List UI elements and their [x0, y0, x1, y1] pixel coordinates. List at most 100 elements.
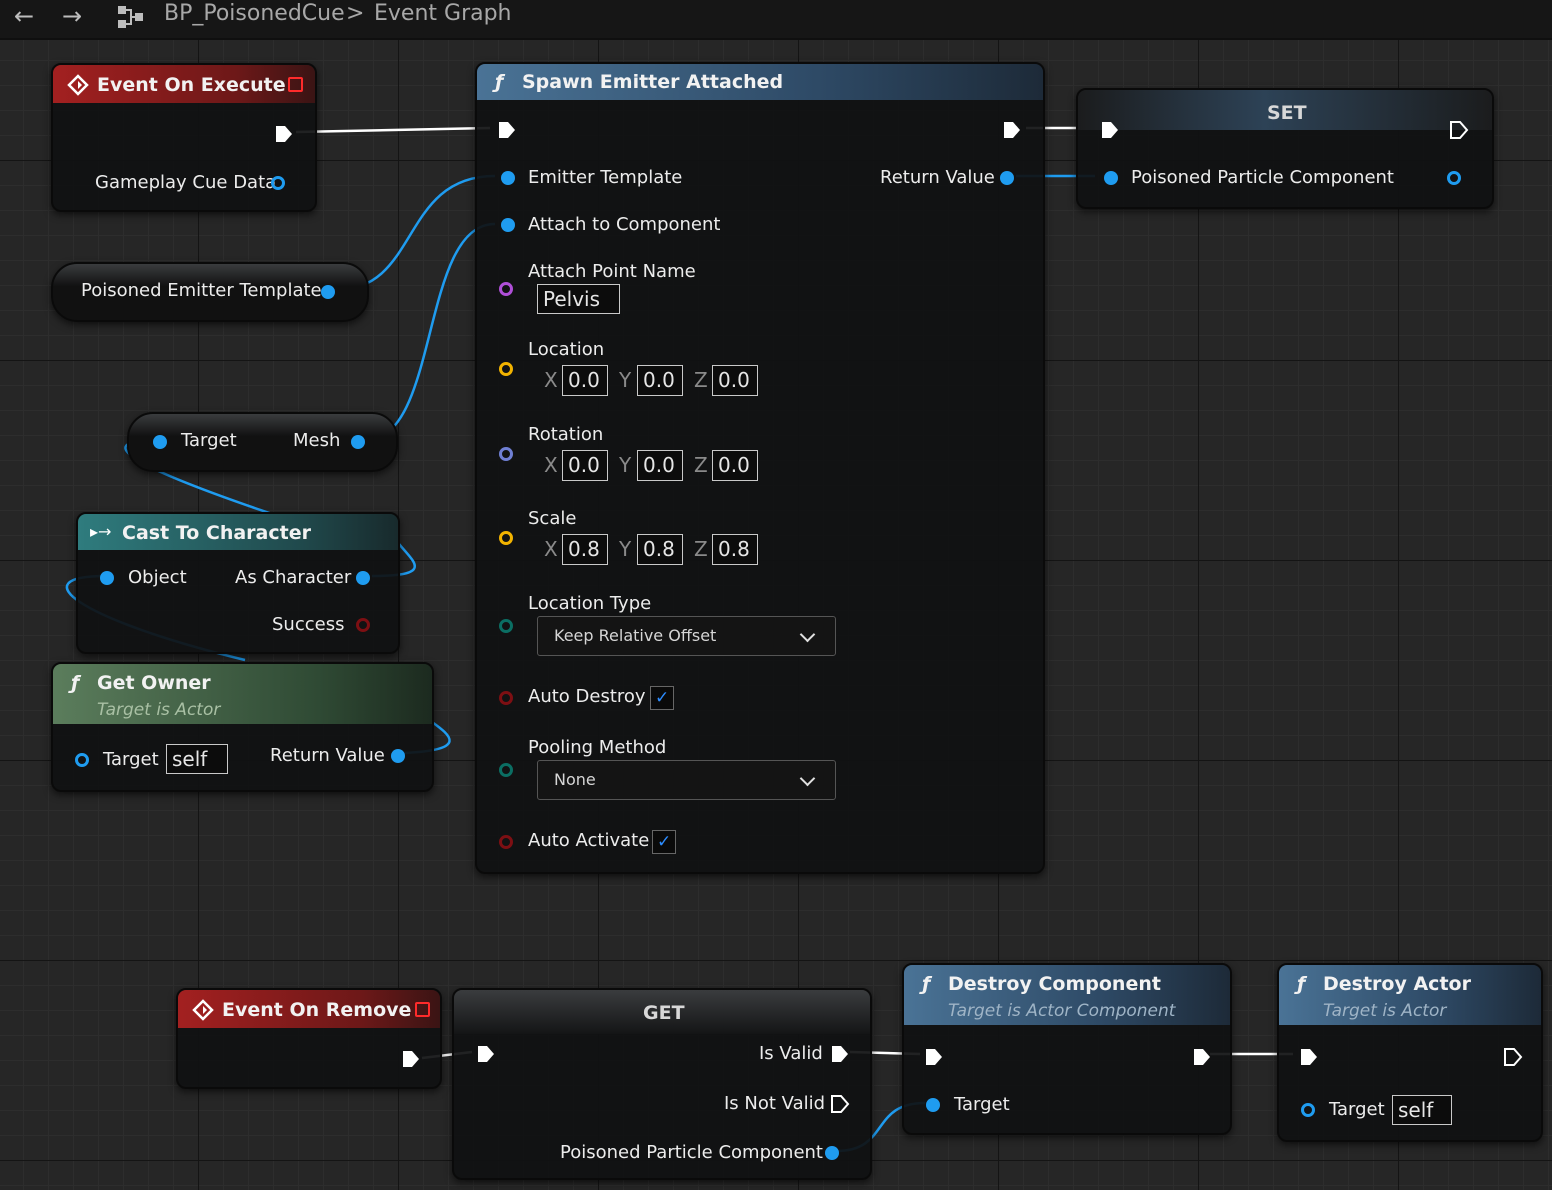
location-y-field[interactable]: 0.0	[637, 365, 683, 396]
mesh-out-pin[interactable]	[351, 435, 365, 449]
function-icon: ƒ	[1297, 973, 1306, 995]
return-value-label: Return Value	[880, 167, 995, 188]
get-particle-component-node[interactable]: GET Is Valid Is Not Valid Poisoned Parti…	[452, 988, 872, 1180]
cast-to-character-node[interactable]: ▸→ Cast To Character Object As Character…	[76, 512, 400, 654]
is-valid-label: Is Valid	[759, 1043, 823, 1064]
location-z-field[interactable]: 0.0	[712, 365, 758, 396]
exec-out-pin[interactable]	[1192, 1047, 1212, 1067]
axis-y-label: Y	[619, 368, 632, 392]
owner-target-pin[interactable]	[75, 753, 89, 767]
is-valid-pin[interactable]	[830, 1044, 850, 1064]
rotation-z-field[interactable]: 0.0	[712, 450, 758, 481]
exec-in-pin[interactable]	[1299, 1047, 1319, 1067]
return-value-pin[interactable]	[1000, 171, 1014, 185]
exec-out-pin[interactable]	[1503, 1047, 1523, 1067]
gameplay-cue-data-pin[interactable]	[271, 176, 285, 190]
is-not-valid-pin[interactable]	[830, 1094, 850, 1114]
rotation-y-field[interactable]: 0.0	[637, 450, 683, 481]
poisoned-emitter-template-variable[interactable]: Poisoned Emitter Template	[51, 262, 369, 322]
function-icon: ƒ	[922, 973, 931, 995]
set-value-pin[interactable]	[1104, 171, 1118, 185]
auto-destroy-checkbox[interactable]: ✓	[650, 686, 674, 710]
target-label: Target	[1329, 1099, 1385, 1120]
location-type-pin[interactable]	[499, 619, 513, 633]
rotation-x-field[interactable]: 0.0	[562, 450, 608, 481]
stop-icon	[288, 77, 303, 92]
pooling-method-label: Pooling Method	[528, 737, 667, 758]
target-label: Target	[954, 1094, 1010, 1115]
axis-z-label: Z	[694, 368, 708, 392]
dropdown-value: None	[554, 770, 596, 789]
get-value-pin[interactable]	[825, 1146, 839, 1160]
destroy-component-target-pin[interactable]	[926, 1098, 940, 1112]
scale-pin[interactable]	[499, 531, 513, 545]
attach-point-label: Attach Point Name	[528, 261, 696, 282]
spawn-emitter-attached-node[interactable]: ƒ Spawn Emitter Attached Emitter Templat…	[475, 62, 1045, 874]
pooling-method-dropdown[interactable]: None	[537, 760, 836, 800]
scale-x-field[interactable]: 0.8	[562, 534, 608, 565]
auto-activate-checkbox[interactable]: ✓	[652, 830, 676, 854]
node-title: Destroy Component	[948, 973, 1161, 995]
scale-y-field[interactable]: 0.8	[637, 534, 683, 565]
node-title: GET	[643, 1002, 685, 1024]
node-title: Event On Remove	[222, 999, 412, 1021]
checkmark-icon: ✓	[655, 688, 670, 708]
location-pin[interactable]	[499, 362, 513, 376]
node-title: Event On Execute	[97, 74, 286, 96]
pin-label: Poisoned Particle Component	[560, 1142, 823, 1163]
target-self-field[interactable]: self	[166, 744, 228, 774]
attach-point-pin[interactable]	[499, 282, 513, 296]
node-subtitle: Target is Actor	[97, 700, 221, 720]
attach-point-field[interactable]: Pelvis	[537, 284, 620, 314]
event-on-remove-node[interactable]: Event On Remove	[176, 988, 442, 1089]
attach-component-label: Attach to Component	[528, 214, 721, 235]
chevron-down-icon	[799, 626, 816, 643]
node-subtitle: Target is Actor	[1323, 1001, 1447, 1021]
exec-out-pin[interactable]	[1002, 120, 1022, 140]
location-type-dropdown[interactable]: Keep Relative Offset	[537, 616, 836, 656]
axis-x-label: X	[544, 537, 558, 561]
location-x-field[interactable]: 0.0	[562, 365, 608, 396]
auto-activate-pin[interactable]	[499, 835, 513, 849]
mesh-target-pin[interactable]	[153, 435, 167, 449]
rotation-pin[interactable]	[499, 447, 513, 461]
as-character-pin[interactable]	[356, 571, 370, 585]
event-diamond-icon	[67, 74, 89, 96]
dropdown-value: Keep Relative Offset	[554, 626, 717, 645]
cast-object-pin[interactable]	[100, 571, 114, 585]
node-title: Cast To Character	[122, 522, 311, 544]
destroy-component-node[interactable]: ƒ Destroy Component Target is Actor Comp…	[902, 963, 1232, 1135]
axis-y-label: Y	[619, 453, 632, 477]
success-pin[interactable]	[356, 618, 370, 632]
event-on-execute-node[interactable]: Event On Execute Gameplay Cue Data	[51, 63, 317, 212]
destroy-actor-node[interactable]: ƒ Destroy Actor Target is Actor Target s…	[1277, 963, 1543, 1142]
get-owner-node[interactable]: ƒ Get Owner Target is Actor Target self …	[51, 662, 434, 792]
attach-component-pin[interactable]	[501, 218, 515, 232]
node-title: Destroy Actor	[1323, 973, 1471, 995]
axis-z-label: Z	[694, 453, 708, 477]
emitter-template-pin[interactable]	[501, 171, 515, 185]
exec-in-pin[interactable]	[924, 1047, 944, 1067]
exec-out-pin[interactable]	[274, 124, 294, 144]
exec-in-pin[interactable]	[476, 1044, 496, 1064]
destroy-actor-target-pin[interactable]	[1301, 1103, 1315, 1117]
exec-in-pin[interactable]	[1100, 120, 1120, 140]
mesh-getter-node[interactable]: Target Mesh	[127, 412, 398, 472]
target-self-field[interactable]: self	[1392, 1095, 1452, 1125]
emitter-template-out-pin[interactable]	[321, 285, 335, 299]
exec-wire-execute-spawn	[295, 126, 491, 134]
set-particle-component-node[interactable]: SET Poisoned Particle Component	[1076, 88, 1494, 209]
auto-destroy-pin[interactable]	[499, 691, 513, 705]
exec-out-pin[interactable]	[1449, 120, 1469, 140]
emitter-template-label: Emitter Template	[528, 167, 683, 188]
axis-y-label: Y	[619, 537, 632, 561]
pooling-method-pin[interactable]	[499, 763, 513, 777]
axis-x-label: X	[544, 368, 558, 392]
as-character-label: As Character	[235, 567, 352, 588]
exec-out-pin[interactable]	[401, 1049, 421, 1069]
scale-z-field[interactable]: 0.8	[712, 534, 758, 565]
owner-return-pin[interactable]	[391, 749, 405, 763]
auto-destroy-label: Auto Destroy	[528, 686, 646, 707]
set-out-pin[interactable]	[1447, 171, 1461, 185]
exec-in-pin[interactable]	[497, 120, 517, 140]
